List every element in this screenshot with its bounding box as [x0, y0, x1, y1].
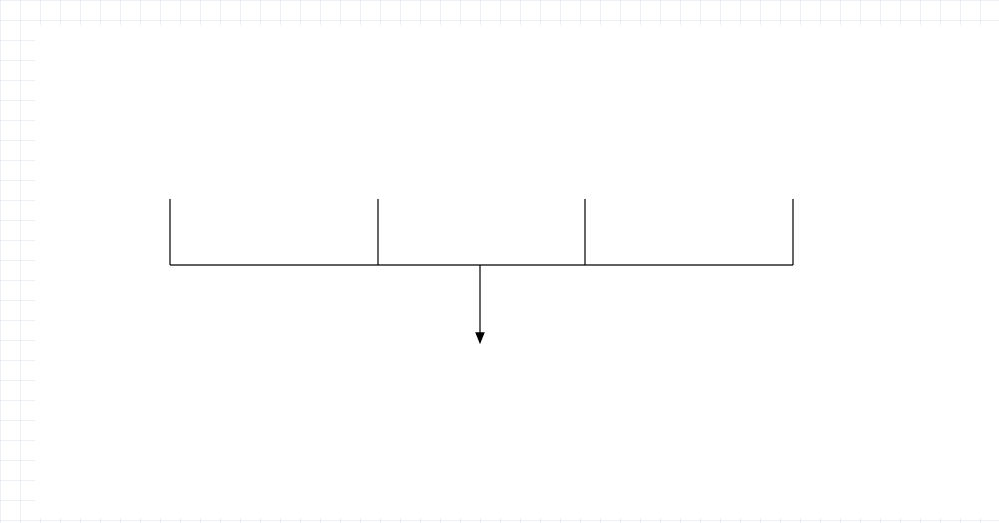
canvas-white [35, 25, 999, 518]
